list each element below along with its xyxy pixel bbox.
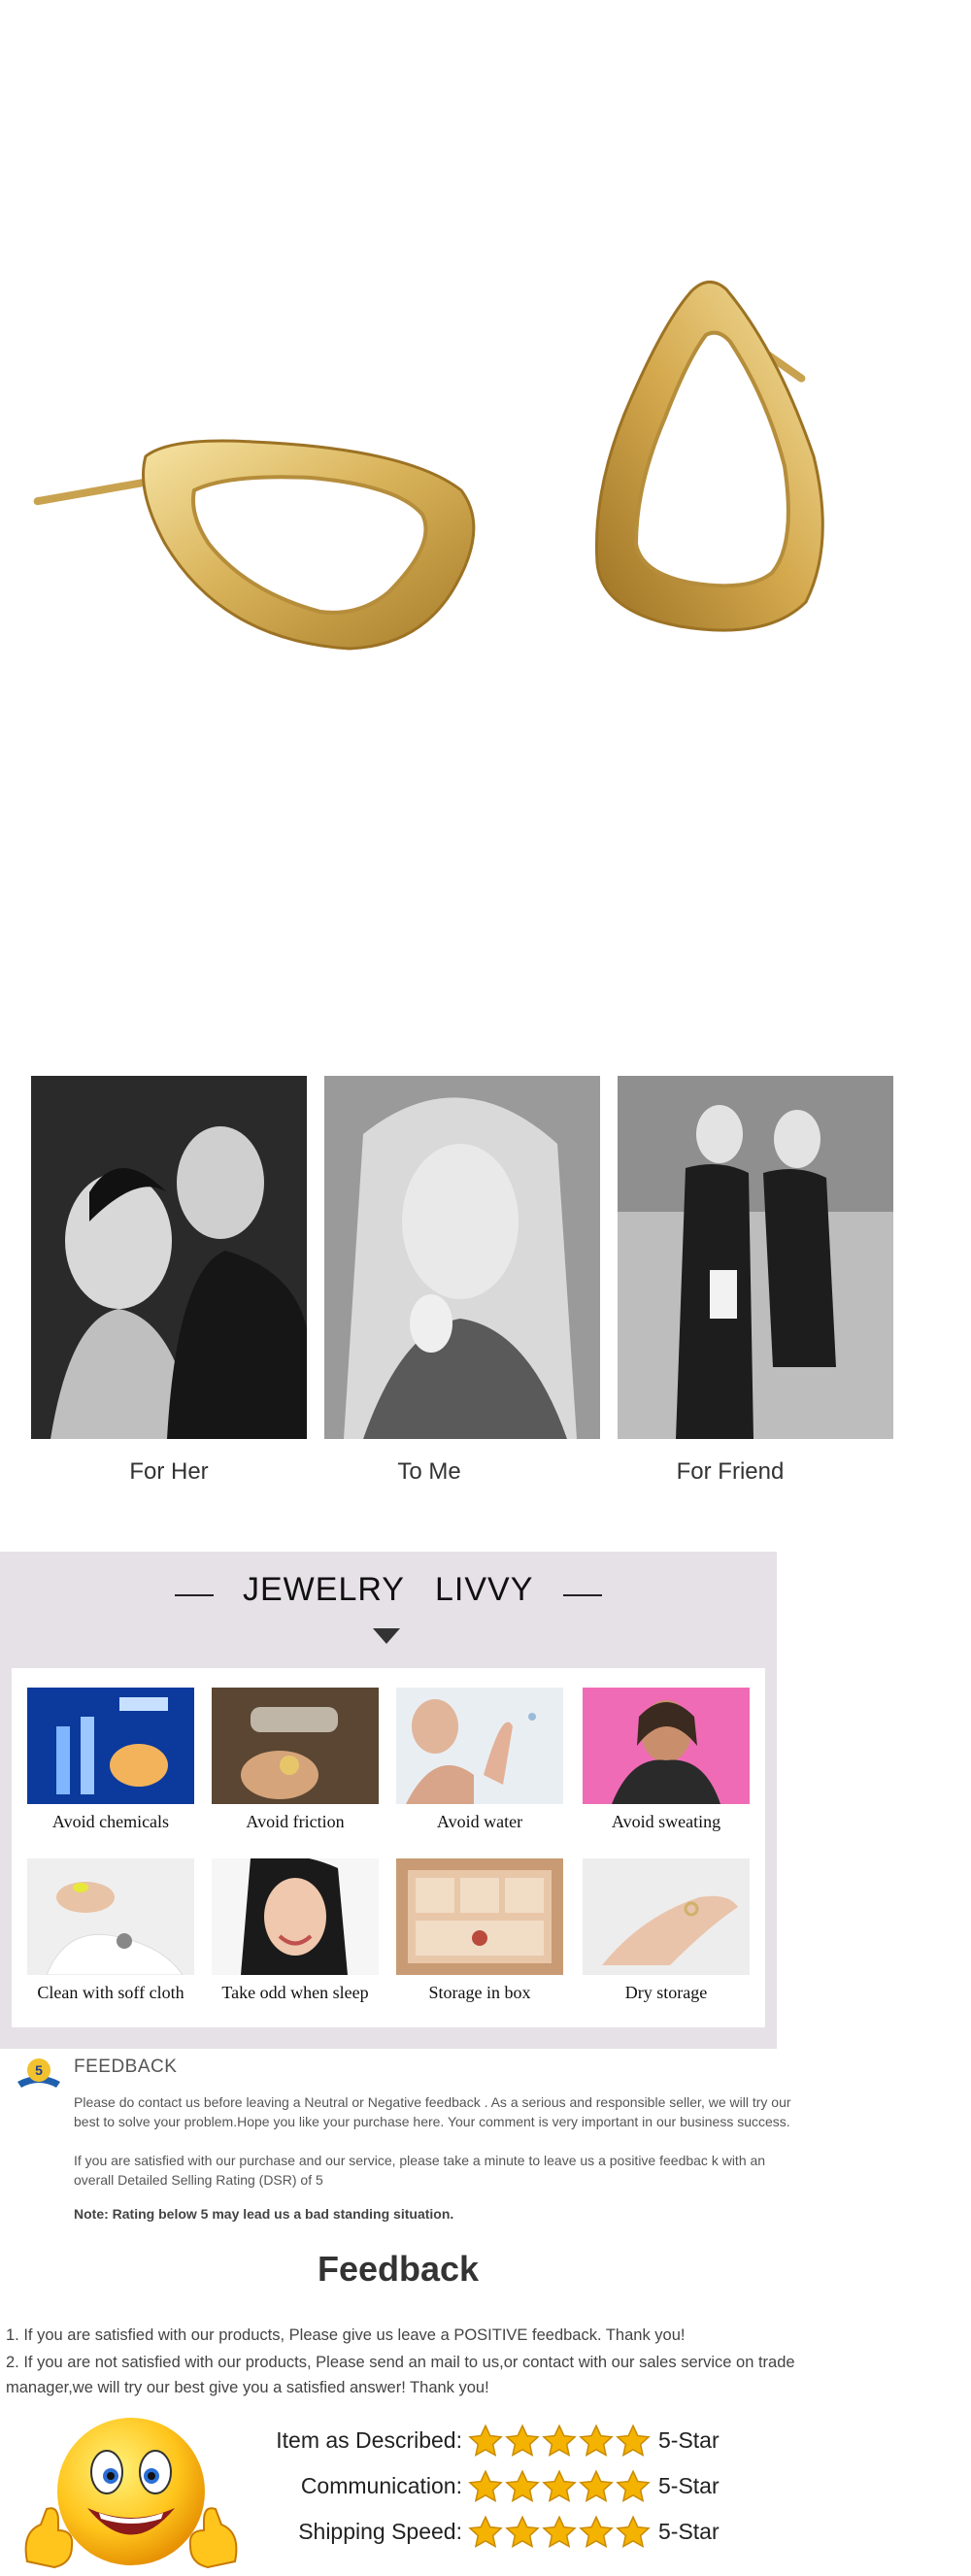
caption-for-friend: For Friend [676,1458,785,1485]
cloth-cleaning-image [27,1858,194,1975]
caption-to-me: To Me [397,1458,461,1485]
star-icon [505,2424,540,2458]
brand-word-left: JEWELRY [243,1571,405,1608]
care-label: Clean with soff cloth [37,1983,184,2002]
care-item-dry: Dry storage [583,1858,750,2003]
feedback-paragraph-1: Please do contact us before leaving a Ne… [74,2094,791,2129]
rating-label: Shipping Speed: [298,2519,462,2544]
care-item-friction: Avoid friction [212,1688,379,1832]
care-label: Avoid friction [246,1812,345,1831]
feedback-line-1: 1. If you are satisfied with our product… [6,2326,686,2344]
polishing-tool-image [212,1688,379,1804]
care-label: Avoid chemicals [51,1812,170,1831]
care-label: Dry storage [624,1983,708,2002]
thumbs-up-smiley-icon [19,2416,243,2571]
product-image [0,0,971,1029]
rating-value: 5-Star [658,2427,720,2453]
star-icon [468,2469,503,2503]
shower-water-image [396,1688,563,1804]
badge-number: 5 [35,2062,43,2078]
care-label: Avoid sweating [611,1812,721,1831]
friends-photo [618,1076,893,1439]
sweating-woman-image [583,1688,750,1804]
rating-row-shipping-speed: Shipping Speed: 5-Star [252,2515,796,2554]
star-rating [468,2515,653,2550]
rating-value: 5-Star [658,2519,720,2544]
feedback-line-2: 2. If you are not satisfied with our pro… [6,2354,795,2396]
brand-dash-left [175,1594,214,1596]
care-item-water: Avoid water [396,1688,563,1832]
star-icon [579,2515,614,2549]
hand-ring-image [583,1858,750,1975]
sleeping-woman-image [212,1858,379,1975]
star-icon [542,2424,577,2458]
feedback-title: Feedback [317,2249,480,2289]
couple-photo [31,1076,307,1439]
woman-portrait-photo [324,1076,600,1439]
star-icon [616,2515,651,2549]
rating-row-item-described: Item as Described: 5-Star [252,2424,796,2462]
star-rating [468,2424,653,2459]
feedback-paragraph-2: If you are satisfied with our purchase a… [74,2153,766,2188]
lab-chemicals-image [27,1688,194,1804]
care-item-sleep: Take odd when sleep [212,1858,379,2003]
care-item-box: Storage in box [396,1858,563,2003]
brand-dash-right [563,1594,602,1596]
care-label: Take odd when sleep [221,1983,369,2002]
left-earring [33,439,476,651]
care-item-sweating: Avoid sweating [583,1688,750,1832]
care-label: Avoid water [436,1812,523,1831]
star-icon [616,2469,651,2503]
star-icon [579,2424,614,2458]
star-icon [505,2469,540,2503]
star-icon [616,2424,651,2458]
brand-header: JEWELRY LIVVY [0,1571,777,1618]
star-icon [579,2469,614,2503]
star-icon [468,2515,503,2549]
rating-label: Communication: [300,2473,462,2498]
right-earring [594,281,824,632]
jewelry-box-image [396,1858,563,1975]
care-item-cloth: Clean with soff cloth [27,1858,194,2003]
star-icon [468,2424,503,2458]
star-icon [542,2515,577,2549]
care-item-chemicals: Avoid chemicals [27,1688,194,1832]
five-star-badge-icon: 5 [14,2057,64,2090]
rating-value: 5-Star [658,2473,720,2498]
triangle-down-icon [373,1628,400,1644]
feedback-heading: FEEDBACK [74,2057,178,2077]
care-label: Storage in box [428,1983,531,2002]
star-icon [542,2469,577,2503]
caption-for-her: For Her [129,1458,209,1485]
star-icon [505,2515,540,2549]
feedback-note: Note: Rating below 5 may lead us a bad s… [74,2206,454,2222]
rating-row-communication: Communication: 5-Star [252,2469,796,2508]
earrings-illustration [33,281,824,651]
care-grid: Avoid chemicals Avoid friction Avoid wat… [12,1668,765,2027]
brand-word-right: LIVVY [435,1571,534,1608]
rating-label: Item as Described: [276,2427,462,2453]
star-rating [468,2469,653,2504]
